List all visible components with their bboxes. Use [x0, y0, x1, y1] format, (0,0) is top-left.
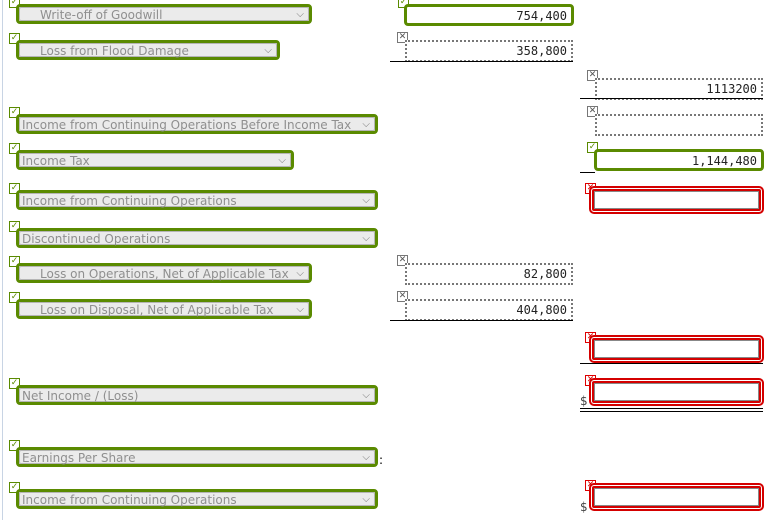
dropdown-income-tax[interactable]: Income Tax ⌵: [16, 150, 294, 170]
amount-input-income-tax[interactable]: 1,144,480: [594, 149, 764, 171]
amount-input-flood[interactable]: 358,800: [405, 40, 573, 62]
dropdown-label: Loss on Disposal, Net of Applicable Tax: [40, 303, 274, 317]
dropdown-label: Income from Continuing Operations Before…: [22, 118, 352, 132]
dropdown-net-income[interactable]: Net Income / (Loss) ⌵: [16, 385, 378, 405]
dropdown-label: Earnings Per Share: [22, 451, 136, 465]
amount-value: 404,800: [516, 303, 567, 317]
subtotal-underline: [580, 363, 763, 364]
dropdown-discontinued-ops[interactable]: Discontinued Operations ⌵: [16, 228, 378, 248]
dropdown-label: Discontinued Operations: [22, 232, 171, 246]
chevron-down-icon: ⌵: [296, 9, 304, 20]
subtotal-underline: [580, 172, 595, 173]
chevron-down-icon: ⌵: [278, 155, 286, 166]
dropdown-income-continuing-ops[interactable]: Income from Continuing Operations ⌵: [16, 190, 378, 210]
dropdown-label: Write-off of Goodwill: [40, 8, 163, 22]
dropdown-label: Income from Continuing Operations: [22, 493, 237, 507]
double-underline-bottom: [580, 411, 763, 412]
dropdown-label: Net Income / (Loss): [22, 389, 139, 403]
amount-value: 358,800: [516, 44, 567, 58]
amount-input-eps-continuing-ops[interactable]: [589, 483, 764, 511]
chevron-down-icon: ⌵: [296, 268, 304, 279]
double-underline-top: [580, 408, 763, 409]
chevron-down-icon: ⌵: [362, 452, 370, 463]
chevron-down-icon: ⌵: [362, 195, 370, 206]
dropdown-income-before-tax[interactable]: Income from Continuing Operations Before…: [16, 114, 378, 134]
dropdown-loss-flood-damage[interactable]: Loss from Flood Damage ⌵: [16, 40, 280, 60]
amount-input-loss-operations[interactable]: 82,800: [405, 263, 573, 285]
chevron-down-icon: ⌵: [362, 119, 370, 130]
amount-value: 754,400: [516, 9, 567, 23]
chevron-down-icon: ⌵: [362, 390, 370, 401]
chevron-down-icon: ⌵: [362, 494, 370, 505]
dropdown-write-off-goodwill[interactable]: Write-off of Goodwill ⌵: [16, 4, 312, 24]
chevron-down-icon: ⌵: [296, 304, 304, 315]
subtotal-underline: [390, 320, 573, 321]
subtotal-underline: [390, 61, 573, 62]
amount-input-income-continuing-ops[interactable]: [589, 186, 764, 214]
amount-input-discontinued-total[interactable]: [589, 335, 764, 363]
amount-input-subtotal[interactable]: 1113200: [595, 78, 763, 100]
amount-input-income-before-tax[interactable]: [595, 114, 763, 136]
amount-value: 1113200: [706, 82, 757, 96]
dropdown-label: Income Tax: [22, 154, 90, 168]
page-left-border: [2, 0, 3, 520]
chevron-down-icon: ⌵: [362, 233, 370, 244]
amount-value: 1,144,480: [691, 154, 757, 168]
currency-symbol: $: [580, 394, 588, 408]
amount-input-loss-disposal[interactable]: 404,800: [405, 299, 573, 321]
subtotal-underline: [580, 98, 763, 99]
currency-symbol: $: [580, 500, 588, 514]
dropdown-loss-operations[interactable]: Loss on Operations, Net of Applicable Ta…: [16, 263, 312, 283]
dropdown-eps-continuing-ops[interactable]: Income from Continuing Operations ⌵: [16, 489, 378, 509]
amount-value: 82,800: [523, 267, 567, 281]
dropdown-earnings-per-share[interactable]: Earnings Per Share ⌵: [16, 447, 378, 467]
colon-suffix: :: [379, 453, 384, 467]
dropdown-label: Loss from Flood Damage: [40, 44, 189, 58]
amount-input-write-off[interactable]: 754,400: [404, 4, 574, 26]
chevron-down-icon: ⌵: [264, 45, 272, 56]
dropdown-loss-disposal[interactable]: Loss on Disposal, Net of Applicable Tax …: [16, 299, 312, 319]
dropdown-label: Income from Continuing Operations: [22, 194, 237, 208]
dropdown-label: Loss on Operations, Net of Applicable Ta…: [40, 267, 289, 281]
amount-input-net-income[interactable]: [589, 378, 764, 406]
